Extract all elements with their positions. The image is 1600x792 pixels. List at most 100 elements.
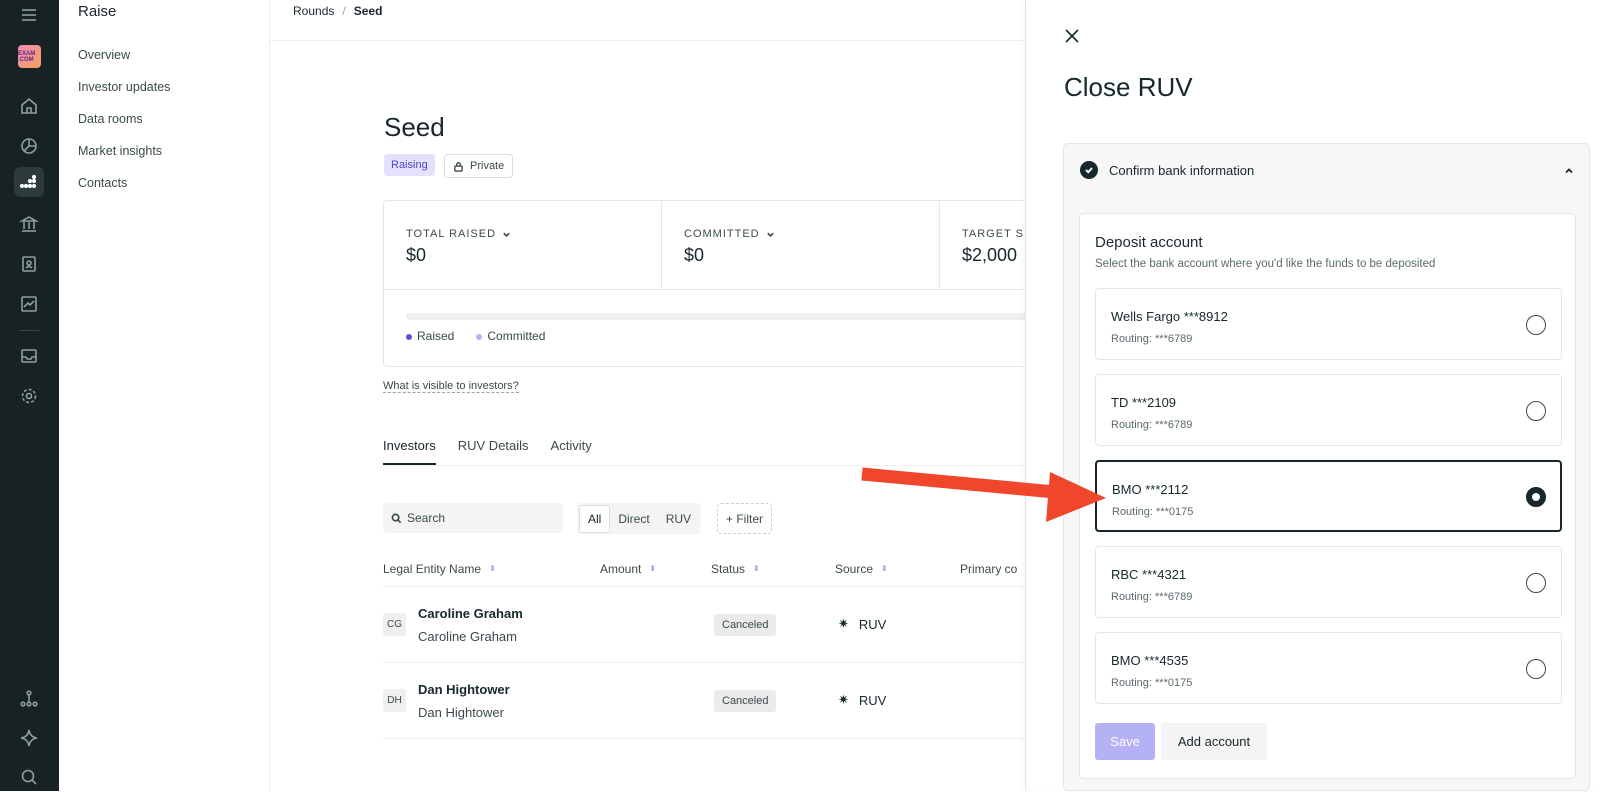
stat-total-raised: TOTAL RAISED $0: [384, 201, 662, 289]
bank-account-option[interactable]: BMO ***4535 Routing: ***0175: [1095, 632, 1562, 704]
column-source[interactable]: Source ⬍: [835, 562, 888, 576]
company-logo[interactable]: EXAM .COM: [18, 45, 41, 68]
step-title: Confirm bank information: [1109, 163, 1255, 178]
stat-total-raised-label[interactable]: TOTAL RAISED: [406, 228, 511, 240]
table-header-divider: [383, 586, 1043, 587]
section-nav: Raise Overview Investor updates Data roo…: [59, 0, 270, 791]
account-routing: Routing: ***6789: [1111, 591, 1193, 603]
source-segmented-control: All Direct RUV: [577, 503, 702, 534]
account-name: BMO ***2112: [1112, 482, 1189, 497]
tab-activity[interactable]: Activity: [551, 438, 592, 465]
bank-account-option[interactable]: Wells Fargo ***8912 Routing: ***6789: [1095, 288, 1562, 360]
close-panel-button[interactable]: [1063, 27, 1083, 47]
account-radio[interactable]: [1526, 659, 1546, 679]
stat-committed: COMMITTED $0: [662, 201, 940, 289]
status-badge: Raising: [384, 154, 435, 176]
add-filter-button[interactable]: + Filter: [717, 503, 773, 534]
stat-committed-label[interactable]: COMMITTED: [684, 228, 775, 240]
stats-card: TOTAL RAISED $0 COMMITTED $0 TARGET S $2…: [383, 200, 1046, 367]
chevron-down-icon: [766, 232, 774, 237]
table-row-divider: [383, 738, 1043, 739]
bank-account-option[interactable]: RBC ***4321 Routing: ***6789: [1095, 546, 1562, 618]
account-name: BMO ***4535: [1111, 653, 1189, 668]
stat-target-value: $2,000: [962, 245, 1018, 265]
round-main: Rounds / Seed Seed Raising Private TOTAL…: [270, 0, 1046, 791]
account-name: TD ***2109: [1111, 395, 1177, 410]
icon-rail: EXAM .COM: [0, 0, 59, 791]
contacts-book-icon[interactable]: [14, 249, 44, 279]
breadcrumb-current: Seed: [353, 4, 383, 18]
column-primary-contact[interactable]: Primary co: [960, 562, 1017, 576]
visibility-badge[interactable]: Private: [444, 154, 514, 178]
header-divider: [270, 40, 1025, 41]
rounds-icon[interactable]: [14, 167, 44, 197]
step-header[interactable]: Confirm bank information: [1064, 144, 1589, 196]
search-icon: [391, 513, 402, 523]
segment-direct[interactable]: Direct: [610, 506, 657, 532]
lock-icon: [454, 161, 463, 172]
check-circle-icon: [1080, 161, 1098, 179]
stat-total-raised-value: $0: [406, 245, 427, 265]
source-cell: ✷ RUV: [838, 692, 887, 708]
search-icon[interactable]: [14, 762, 44, 792]
add-account-button[interactable]: Add account: [1161, 723, 1267, 760]
status-badge: Canceled: [714, 614, 777, 636]
column-status[interactable]: Status ⬍: [711, 562, 760, 576]
visible-to-investors-link[interactable]: What is visible to investors?: [383, 380, 519, 393]
column-legal-entity-name[interactable]: Legal Entity Name ⬍: [383, 562, 496, 576]
network-icon[interactable]: [14, 684, 44, 714]
nav-item-investor-updates[interactable]: Investor updates: [78, 80, 170, 94]
nav-item-data-rooms[interactable]: Data rooms: [78, 112, 143, 126]
search-input[interactable]: [407, 511, 547, 525]
segment-all[interactable]: All: [579, 504, 611, 533]
sparkle-icon[interactable]: [14, 723, 44, 753]
bank-icon[interactable]: [14, 209, 44, 239]
table-row-divider: [383, 662, 1043, 663]
tab-investors[interactable]: Investors: [383, 438, 436, 465]
pie-chart-icon[interactable]: [14, 131, 44, 161]
investor-name[interactable]: Dan Hightower: [418, 682, 510, 697]
investor-entity: Caroline Graham: [418, 629, 517, 644]
home-icon[interactable]: [14, 91, 44, 121]
raise-progress-bar: [406, 313, 1046, 320]
search-box[interactable]: [383, 503, 563, 533]
sort-icon: ⬍: [489, 564, 496, 573]
segment-ruv[interactable]: RUV: [658, 506, 699, 532]
visibility-label: Private: [470, 160, 505, 172]
gear-icon[interactable]: [14, 381, 44, 411]
confirm-bank-step: Confirm bank information Deposit account…: [1063, 143, 1590, 791]
bank-account-option[interactable]: TD ***2109 Routing: ***6789: [1095, 374, 1562, 446]
account-radio[interactable]: [1526, 487, 1546, 507]
account-routing: Routing: ***6789: [1111, 419, 1193, 431]
investor-name[interactable]: Caroline Graham: [418, 606, 523, 621]
chevron-down-icon: [503, 232, 510, 237]
breadcrumb-rounds[interactable]: Rounds: [293, 4, 334, 18]
tab-ruv-details[interactable]: RUV Details: [458, 438, 529, 465]
bank-account-option-selected[interactable]: BMO ***2112 Routing: ***0175: [1095, 460, 1562, 532]
stats-divider: [384, 289, 1042, 290]
round-tabs: Investors RUV Details Activity: [383, 438, 592, 465]
tabs-divider: [383, 465, 1043, 466]
account-radio[interactable]: [1526, 401, 1546, 421]
nav-item-overview[interactable]: Overview: [78, 48, 130, 62]
legend-raised: Raised: [406, 329, 454, 343]
account-routing: Routing: ***0175: [1112, 506, 1194, 518]
breadcrumb-separator: /: [342, 4, 346, 18]
deposit-account-section: Deposit account Select the bank account …: [1079, 213, 1576, 779]
ruv-icon: ✷: [838, 692, 849, 707]
account-radio[interactable]: [1526, 573, 1546, 593]
account-name: Wells Fargo ***8912: [1111, 309, 1228, 324]
legend-committed: Committed: [476, 329, 545, 343]
menu-icon[interactable]: [14, 0, 44, 30]
column-amount[interactable]: Amount ⬍: [600, 562, 656, 576]
nav-item-contacts[interactable]: Contacts: [78, 176, 127, 190]
close-ruv-panel: Close RUV Confirm bank information Depos…: [1025, 0, 1600, 791]
nav-item-market-insights[interactable]: Market insights: [78, 144, 162, 158]
stat-committed-value: $0: [684, 245, 705, 265]
inbox-icon[interactable]: [14, 341, 44, 371]
line-chart-icon[interactable]: [14, 289, 44, 319]
sort-icon: ⬍: [881, 564, 888, 573]
save-button[interactable]: Save: [1095, 723, 1155, 760]
chevron-up-icon[interactable]: [1563, 164, 1575, 176]
account-radio[interactable]: [1526, 315, 1546, 335]
